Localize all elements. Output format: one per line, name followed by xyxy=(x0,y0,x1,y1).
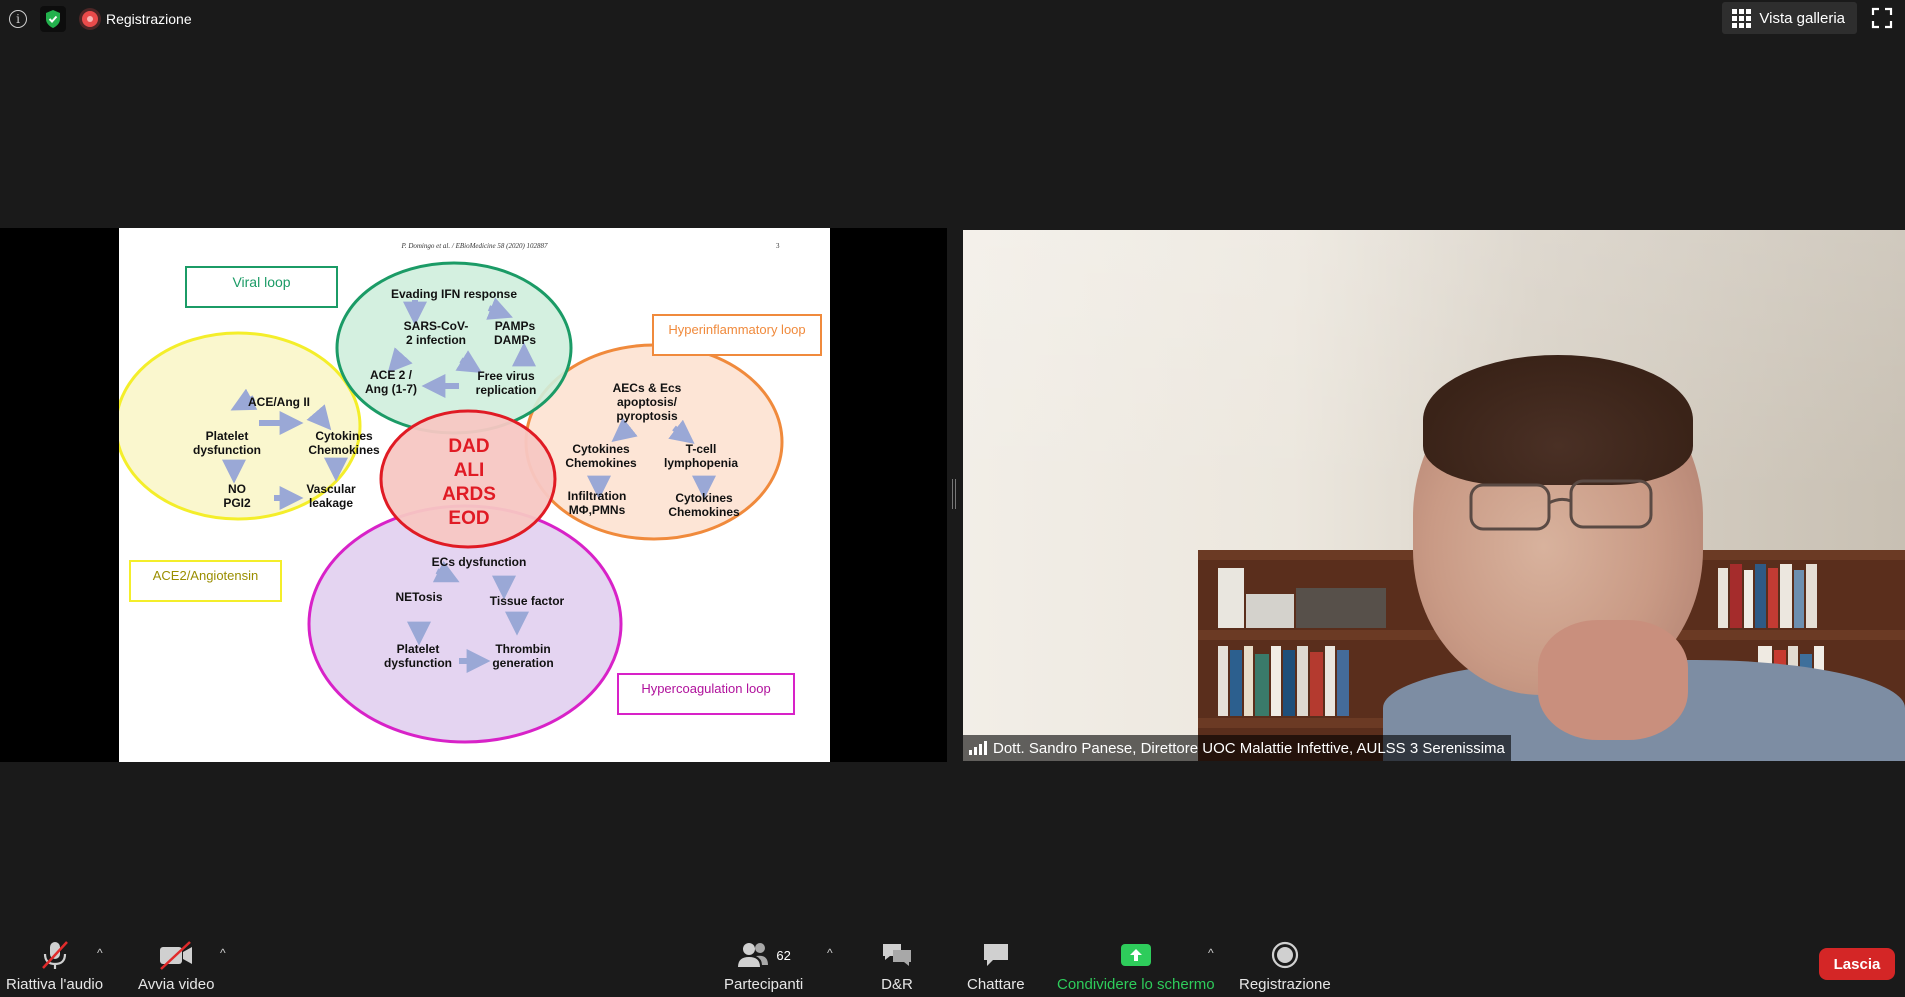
share-screen-icon xyxy=(1120,944,1151,966)
video-off-icon xyxy=(160,941,193,970)
signal-icon xyxy=(969,741,987,755)
recording-label: Registrazione xyxy=(106,11,192,27)
start-video-label: Avvia video xyxy=(138,976,215,993)
encryption-button[interactable] xyxy=(40,6,66,32)
participant-video[interactable]: Dott. Sandro Panese, Direttore UOC Malat… xyxy=(963,230,1905,761)
share-options-caret[interactable]: ^ xyxy=(1208,946,1214,960)
coag-text-7: generation xyxy=(492,656,553,670)
ace-text-2: Platelet xyxy=(206,429,249,443)
ace-text-8: Vascular xyxy=(306,482,356,496)
slide: P. Domingo et al. / EBioMedicine 58 (202… xyxy=(119,228,830,762)
fullscreen-button[interactable] xyxy=(1871,7,1893,29)
hyper-text-5: Chemokines xyxy=(565,456,637,470)
glasses xyxy=(1469,479,1653,531)
hyperinflammatory-loop-box: Hyperinflammatory loop xyxy=(652,314,822,356)
record-icon xyxy=(1271,941,1298,969)
hyper-text-10: Cytokines xyxy=(675,491,733,505)
shield-check-icon xyxy=(46,10,60,28)
coag-text-4: Platelet xyxy=(397,642,440,656)
record-label: Registrazione xyxy=(1239,976,1331,993)
participant-name-tag: Dott. Sandro Panese, Direttore UOC Malat… xyxy=(963,735,1511,761)
hypercoagulation-loop-box: Hypercoagulation loop xyxy=(617,673,795,715)
coag-text-6: Thrombin xyxy=(495,642,550,656)
viral-text-8: Free virus xyxy=(477,369,535,383)
coag-text-3: Tissue factor xyxy=(490,594,565,608)
chat-label: Chattare xyxy=(967,976,1025,993)
meeting-top-right: Vista galleria xyxy=(1722,2,1905,34)
participant-name: Dott. Sandro Panese, Direttore UOC Malat… xyxy=(993,739,1505,757)
hyper-text-3: pyroptosis xyxy=(616,409,678,423)
info-icon: i xyxy=(9,10,27,28)
chat-icon xyxy=(983,944,1008,966)
hyper-text-7: lymphopenia xyxy=(664,456,738,470)
hyper-text-8: Infiltration xyxy=(568,489,627,503)
viral-text-7: Ang (1-7) xyxy=(365,382,417,396)
ace-text-1: ACE/Ang II xyxy=(248,395,310,409)
hyper-text-11: Chemokines xyxy=(668,505,740,519)
qa-button[interactable]: D&R xyxy=(881,938,913,993)
viral-text-3: 2 infection xyxy=(406,333,466,347)
participants-button[interactable]: 62 Partecipanti xyxy=(724,938,803,993)
hyper-text-2: apoptosis/ xyxy=(617,395,678,409)
ace-text-9: leakage xyxy=(309,496,353,510)
participants-label: Partecipanti xyxy=(724,976,804,993)
hyper-text-4: Cytokines xyxy=(572,442,630,456)
coag-text-1: ECs dysfunction xyxy=(432,555,527,569)
qa-icon xyxy=(883,944,911,966)
viral-text-6: ACE 2 / xyxy=(370,368,413,382)
participants-icon xyxy=(738,943,769,967)
grid-icon xyxy=(1732,8,1752,28)
qa-label: D&R xyxy=(881,976,913,993)
share-screen-label: Condividere lo schermo xyxy=(1057,976,1215,993)
unmute-label: Riattiva l'audio xyxy=(6,976,104,993)
microphone-muted-icon xyxy=(41,941,68,969)
center-text-1: DAD xyxy=(448,436,489,457)
coag-text-5: dysfunction xyxy=(384,656,452,670)
hyper-text-1: AECs & Ecs xyxy=(613,381,682,395)
share-screen-button[interactable]: Condividere lo schermo xyxy=(1057,938,1215,993)
ace-text-5: Chemokines xyxy=(308,443,380,457)
participant-hair xyxy=(1423,355,1693,485)
hyper-text-9: MΦ,PMNs xyxy=(569,503,626,517)
viral-text-9: replication xyxy=(476,383,537,397)
ace-text-7: PGI2 xyxy=(223,496,251,510)
audio-options-caret[interactable]: ^ xyxy=(97,946,103,960)
center-text-2: ALI xyxy=(454,460,485,481)
fullscreen-icon xyxy=(1871,7,1893,29)
recording-indicator[interactable]: Registrazione xyxy=(82,11,192,27)
viral-loop-box: Viral loop xyxy=(185,266,338,308)
center-text-4: EOD xyxy=(448,508,489,529)
viral-text-4: PAMPs xyxy=(495,319,536,333)
start-video-button[interactable]: Avvia video xyxy=(138,938,214,993)
coag-text-2: NETosis xyxy=(395,590,442,604)
ace-text-4: Cytokines xyxy=(315,429,373,443)
shared-screen[interactable]: P. Domingo et al. / EBioMedicine 58 (202… xyxy=(0,228,947,762)
meeting-controls: Riattiva l'audio ^ Avvia video ^ 62 Part… xyxy=(0,918,1905,997)
record-dot-icon xyxy=(82,11,98,27)
hyper-text-6: T-cell xyxy=(686,442,717,456)
record-button[interactable]: Registrazione xyxy=(1239,938,1331,993)
panel-resize-handle[interactable] xyxy=(952,479,956,509)
participants-count: 62 xyxy=(776,947,791,963)
ace-text-3: dysfunction xyxy=(193,443,261,457)
viral-text-5: DAMPs xyxy=(494,333,536,347)
gallery-view-label: Vista galleria xyxy=(1759,9,1845,27)
ace-text-6: NO xyxy=(228,482,246,496)
ace2-loop-box: ACE2/Angiotensin xyxy=(129,560,282,602)
unmute-button[interactable]: Riattiva l'audio xyxy=(6,938,103,993)
leave-button[interactable]: Lascia xyxy=(1819,948,1895,980)
meeting-top-left: i Registrazione xyxy=(6,6,192,32)
gallery-view-button[interactable]: Vista galleria xyxy=(1722,2,1857,34)
video-options-caret[interactable]: ^ xyxy=(220,946,226,960)
center-text-3: ARDS xyxy=(442,484,496,505)
viral-text-1: Evading IFN response xyxy=(391,287,517,301)
chat-button[interactable]: Chattare xyxy=(967,938,1025,993)
meeting-info-button[interactable]: i xyxy=(6,7,30,31)
participant-hand xyxy=(1538,620,1688,740)
viral-text-2: SARS-CoV- xyxy=(404,319,469,333)
participants-options-caret[interactable]: ^ xyxy=(827,946,833,960)
